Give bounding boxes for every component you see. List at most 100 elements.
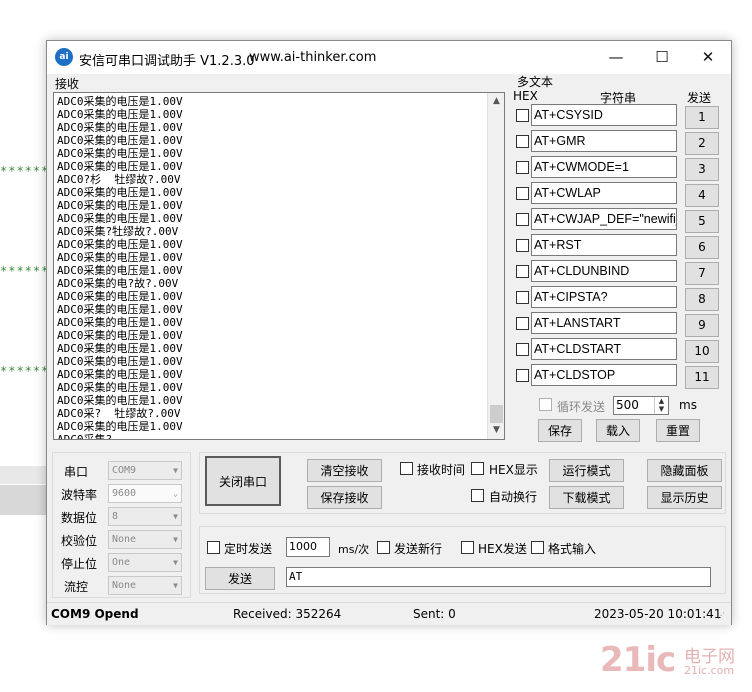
hex-display-checkbox[interactable] xyxy=(471,462,484,475)
close-icon[interactable]: ✕ xyxy=(685,41,731,74)
window-url: www.ai-thinker.com xyxy=(249,50,377,65)
receive-textarea[interactable]: ADC0采集的电压是1.00V ADC0采集的电压是1.00V ADC0采集的电… xyxy=(53,92,505,440)
receive-line: ADC0采集的电压是1.00V xyxy=(57,420,183,433)
hex-display-label: HEX显示 xyxy=(489,463,538,477)
loop-unit: ms xyxy=(679,398,697,412)
maximize-icon[interactable]: ☐ xyxy=(639,41,685,74)
stopbits-select[interactable]: One ▼ xyxy=(108,553,182,572)
receive-line: ADC0采集的电压是1.00V xyxy=(57,238,183,251)
send-newline-label: 发送新行 xyxy=(394,542,443,556)
show-history-button[interactable]: 显示历史 xyxy=(647,486,722,509)
parity-select[interactable]: None ▼ xyxy=(108,530,182,549)
receive-line: ADC0采集的电压是1.00V xyxy=(57,121,183,134)
send-button[interactable]: 发送 xyxy=(205,567,275,590)
minimize-icon[interactable]: — xyxy=(593,41,639,74)
receive-line: ADC0采集的电压是1.00V xyxy=(57,134,183,147)
send-newline-checkbox[interactable] xyxy=(377,541,390,554)
close-port-button[interactable]: 关闭串口 xyxy=(205,456,281,506)
serial-assistant-window: ai 安信可串口调试助手 V1.2.3.0 www.ai-thinker.com… xyxy=(46,40,732,625)
format-input-checkbox[interactable] xyxy=(531,541,544,554)
hex-checkbox-9[interactable] xyxy=(516,317,529,330)
port-select[interactable]: COM9 ▼ xyxy=(108,461,182,480)
auto-newline-label: 自动换行 xyxy=(489,490,538,504)
timed-send-checkbox[interactable] xyxy=(207,541,220,554)
hex-send-label: HEX发送 xyxy=(478,542,527,556)
receive-time-label: 接收时间 xyxy=(417,463,466,477)
format-input-label: 格式输入 xyxy=(548,542,597,556)
send-header: 发送 xyxy=(687,91,712,105)
load-button[interactable]: 载入 xyxy=(596,419,640,442)
hex-checkbox-2[interactable] xyxy=(516,135,529,148)
hex-checkbox-8[interactable] xyxy=(516,291,529,304)
save-receive-button[interactable]: 保存接收 xyxy=(307,486,382,509)
baud-select[interactable]: 9600 ⌄ xyxy=(108,484,182,503)
send-command-button-10[interactable]: 10 xyxy=(685,340,719,363)
receive-line: ADC0采集的电压是1.00V xyxy=(57,355,183,368)
flow-select[interactable]: None ▼ xyxy=(108,576,182,595)
receive-line: ADC0采? 牡缪故?.00V xyxy=(57,407,181,420)
spin-arrows-icon[interactable]: ▲ ▼ xyxy=(654,397,668,414)
receive-line: ADC0采集的电压是1.00V xyxy=(57,147,183,160)
send-command-button-3[interactable]: 3 xyxy=(685,158,719,181)
databits-select[interactable]: 8 ▼ xyxy=(108,507,182,526)
command-input-10[interactable]: AT+CLDSTART xyxy=(531,338,677,360)
command-input-6[interactable]: AT+RST xyxy=(531,234,677,256)
reset-button[interactable]: 重置 xyxy=(656,419,700,442)
command-input-8[interactable]: AT+CIPSTA? xyxy=(531,286,677,308)
hex-checkbox-1[interactable] xyxy=(516,109,529,122)
command-input-4[interactable]: AT+CWLAP xyxy=(531,182,677,204)
command-input-5[interactable]: AT+CWJAP_DEF="newifi_ xyxy=(531,208,677,230)
send-command-button-1[interactable]: 1 xyxy=(685,106,719,129)
run-mode-button[interactable]: 运行模式 xyxy=(549,459,624,482)
loop-send-checkbox[interactable] xyxy=(539,398,552,411)
send-interval-input[interactable]: 1000 xyxy=(286,537,330,557)
hex-checkbox-6[interactable] xyxy=(516,239,529,252)
scroll-down-icon[interactable]: ▼ xyxy=(488,422,504,439)
hex-checkbox-5[interactable] xyxy=(516,213,529,226)
hide-panel-button[interactable]: 隐藏面板 xyxy=(647,459,722,482)
receive-line: ADC0采集的电压是1.00V xyxy=(57,368,183,381)
receive-line: ADC0采集的电压是1.00V xyxy=(57,251,183,264)
send-command-button-6[interactable]: 6 xyxy=(685,236,719,259)
command-input-3[interactable]: AT+CWMODE=1 xyxy=(531,156,677,178)
command-input-2[interactable]: AT+GMR xyxy=(531,130,677,152)
multitext-title: 多文本 xyxy=(517,75,554,89)
send-command-button-9[interactable]: 9 xyxy=(685,314,719,337)
send-command-button-8[interactable]: 8 xyxy=(685,288,719,311)
send-command-button-4[interactable]: 4 xyxy=(685,184,719,207)
command-input-7[interactable]: AT+CLDUNBIND xyxy=(531,260,677,282)
receive-line: ADC0采集的电压是1.00V xyxy=(57,316,183,329)
hex-send-checkbox[interactable] xyxy=(461,541,474,554)
hex-checkbox-7[interactable] xyxy=(516,265,529,278)
send-command-button-5[interactable]: 5 xyxy=(685,210,719,233)
clear-receive-button[interactable]: 清空接收 xyxy=(307,459,382,482)
send-interval-unit: ms/次 xyxy=(338,543,370,556)
receive-line: ADC0采集的电压是1.00V xyxy=(57,108,183,121)
receive-scrollbar[interactable]: ▲ ▼ xyxy=(487,93,504,439)
scroll-up-icon[interactable]: ▲ xyxy=(488,93,504,110)
scroll-thumb[interactable] xyxy=(490,405,503,423)
port-status: COM9 Opend xyxy=(51,607,139,621)
hex-checkbox-10[interactable] xyxy=(516,343,529,356)
command-input-9[interactable]: AT+LANSTART xyxy=(531,312,677,334)
watermark-line2: 21ic.com xyxy=(684,664,735,677)
title-bar[interactable]: ai 安信可串口调试助手 V1.2.3.0 www.ai-thinker.com… xyxy=(47,41,731,74)
send-command-button-11[interactable]: 11 xyxy=(685,366,719,389)
resize-grip-icon[interactable]: ⋰ xyxy=(717,611,725,620)
send-text-input[interactable]: AT xyxy=(286,567,711,587)
receive-line: ADC0采集的电压是1.00V xyxy=(57,95,183,108)
databits-label: 数据位 xyxy=(61,511,98,525)
hex-checkbox-3[interactable] xyxy=(516,161,529,174)
hex-header: HEX xyxy=(513,89,538,103)
send-command-button-2[interactable]: 2 xyxy=(685,132,719,155)
download-mode-button[interactable]: 下载模式 xyxy=(549,486,624,509)
send-command-button-7[interactable]: 7 xyxy=(685,262,719,285)
hex-checkbox-4[interactable] xyxy=(516,187,529,200)
hex-checkbox-11[interactable] xyxy=(516,369,529,382)
command-input-11[interactable]: AT+CLDSTOP xyxy=(531,364,677,386)
auto-newline-checkbox[interactable] xyxy=(471,489,484,502)
save-button[interactable]: 保存 xyxy=(538,419,582,442)
command-input-1[interactable]: AT+CSYSID xyxy=(531,104,677,126)
status-datetime: 2023-05-20 10:01:41 xyxy=(594,607,722,621)
receive-time-checkbox[interactable] xyxy=(400,462,413,475)
